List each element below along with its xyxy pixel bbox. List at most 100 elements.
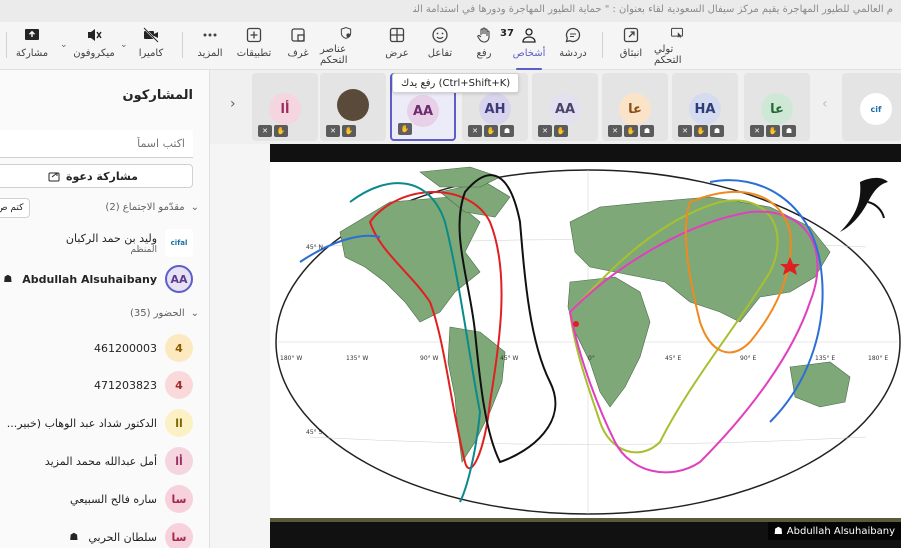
profile-photo-avatar (337, 89, 369, 121)
share-arrow-icon (48, 172, 60, 182)
chevron-left-icon[interactable]: ‹ (822, 96, 828, 112)
mic-off-icon: ✕ (750, 125, 764, 137)
participant-search-input[interactable] (0, 130, 193, 158)
more-dots-icon (203, 33, 217, 37)
location-marker (573, 321, 579, 327)
presenter-name-tag: ☗ Abdullah Alsuhaibany (767, 522, 901, 540)
video-tile[interactable]: عا ✕ ✋ ☗ (744, 73, 810, 141)
chevron-right-icon[interactable]: › (230, 96, 236, 112)
hand-icon: ✋ (694, 125, 708, 137)
avatar: عا (761, 93, 793, 125)
camera-options-chevron[interactable]: ⌄ (120, 40, 128, 50)
popout-icon (623, 27, 639, 43)
participant-item[interactable]: سا سلطان الحربي ☗ (0, 520, 193, 548)
microphone-button[interactable]: ميكروفون (72, 26, 116, 66)
shield-gear-icon (340, 27, 352, 39)
take-control-icon (671, 27, 683, 39)
participant-item[interactable]: اا الدكتور شداد عبد الوهاب (خبير... ☗ (0, 406, 193, 440)
share-screen-icon (25, 29, 39, 40)
shared-screen: 45° N 45° S 180° W 135° W 90° W 45° W 0°… (270, 144, 901, 548)
raise-hand-button[interactable]: رفع (470, 26, 498, 66)
rooms-button[interactable]: غرف (284, 26, 312, 66)
tick-label: 90° W (420, 355, 439, 362)
avatar: اا (165, 409, 193, 437)
share-button[interactable]: مشاركة (14, 26, 50, 66)
participant-item[interactable]: سا ساره فالح السبيعي (0, 482, 193, 516)
panel-title: المشاركون (122, 88, 193, 103)
participant-item[interactable]: أا أمل عبدالله محمد المزيد (0, 444, 193, 478)
people-button[interactable]: 37 أشخاص (500, 26, 546, 70)
bird-logo-icon (840, 177, 888, 232)
mic-off-icon: ✕ (468, 125, 482, 137)
video-tile[interactable]: HA ✕ ✋ ☗ (672, 73, 738, 141)
breakout-rooms-icon (291, 28, 305, 42)
controls-button[interactable]: عناصر التحكم (320, 26, 372, 66)
mic-off-icon: ✕ (258, 125, 272, 137)
presenter-icon: ☗ (3, 273, 13, 285)
react-button[interactable]: تفاعل (424, 26, 456, 66)
participant-item[interactable]: 4 461200003 (0, 331, 193, 365)
cifal-logo-avatar: cifal (165, 229, 193, 257)
avatar: عا (619, 93, 651, 125)
avatar: AA (549, 93, 581, 125)
chat-bubble-icon (565, 27, 581, 43)
presenter-icon: ☗ (69, 531, 79, 543)
title-bar: م العالمي للطيور المهاجرة يقيم مركز سيفا… (0, 0, 901, 22)
avatar: سا (165, 523, 193, 548)
hand-icon: ✋ (398, 123, 412, 135)
presenter-icon: ☗ (500, 125, 514, 137)
tick-label: 135° E (815, 355, 835, 362)
avatar: AA (165, 265, 193, 293)
hand-icon: ✋ (766, 125, 780, 137)
take-control-button[interactable]: تولي التحكم (654, 26, 700, 66)
chevron-down-icon: ⌄ (190, 308, 199, 319)
tick-label: 45° N (306, 244, 323, 251)
video-tile[interactable]: أا ✕ ✋ (252, 73, 318, 141)
migration-routes-map: 45° N 45° S 180° W 135° W 90° W 45° W 0°… (270, 162, 901, 518)
cifal-logo-avatar: cif (860, 93, 892, 125)
hand-icon: ✋ (484, 125, 498, 137)
mic-off-icon: ✕ (608, 125, 622, 137)
participant-item[interactable]: AA Abdullah Alsuhaibany ☗ (0, 262, 193, 296)
window-title: م العالمي للطيور المهاجرة يقيم مركز سيفا… (413, 4, 893, 15)
smiley-icon (432, 27, 448, 43)
view-button[interactable]: عرض (382, 26, 412, 66)
presenter-icon: ☗ (710, 125, 724, 137)
video-tile[interactable]: ✕ ✋ (320, 73, 386, 141)
tick-label: 45° W (500, 355, 519, 362)
world-map-image: 45° N 45° S 180° W 135° W 90° W 45° W 0°… (275, 166, 901, 515)
camera-button[interactable]: كاميرا (134, 26, 168, 66)
video-tile[interactable]: cif (842, 73, 901, 141)
participant-item[interactable]: cifal وليد بن حمد الركبان المنظم (0, 226, 193, 260)
popout-button[interactable]: انبثاق (614, 26, 648, 66)
video-tile[interactable]: عا ✕ ✋ ☗ (602, 73, 668, 141)
avatar: أا (269, 93, 301, 125)
participant-item[interactable]: 4 471203823 (0, 368, 193, 402)
share-invite-button[interactable]: مشاركة دعوة (0, 164, 193, 188)
video-tile[interactable]: AA ✕ ✋ (532, 73, 598, 141)
hand-icon: ✋ (554, 125, 568, 137)
toolbar-divider (6, 32, 7, 58)
presenters-heading[interactable]: ⌄ مقدّمو الاجتماع (2) (105, 202, 199, 213)
attendees-heading[interactable]: ⌄ الحضور (35) (130, 308, 199, 319)
mic-off-icon (88, 29, 102, 41)
toolbar-divider (602, 32, 603, 58)
participant-video-strip: › أا ✕ ✋ ✕ ✋ AA ✋ AH ✕ ✋ ☗ AA ✕ ✋ عا ✕ ✋ ☗ HA ✕… (210, 70, 901, 144)
mute-all-button[interactable]: كتم ص (0, 198, 30, 218)
people-icon (522, 28, 536, 43)
mic-off-icon: ✕ (326, 125, 340, 137)
mic-off-icon: ✕ (538, 125, 552, 137)
apps-button[interactable]: تطبيقات (236, 26, 272, 66)
presenter-icon: ☗ (640, 125, 654, 137)
avatar: HA (689, 93, 721, 125)
add-apps-icon (246, 27, 262, 43)
people-count: 37 (500, 28, 514, 39)
more-button[interactable]: المزيد (194, 26, 226, 66)
avatar: أا (165, 447, 193, 475)
chat-button[interactable]: دردشة (558, 26, 588, 66)
avatar: 4 (165, 334, 193, 362)
hand-icon: ✋ (342, 125, 356, 137)
avatar: 4 (165, 371, 193, 399)
avatar: سا (165, 485, 193, 513)
mic-options-chevron[interactable]: ⌄ (60, 40, 68, 50)
